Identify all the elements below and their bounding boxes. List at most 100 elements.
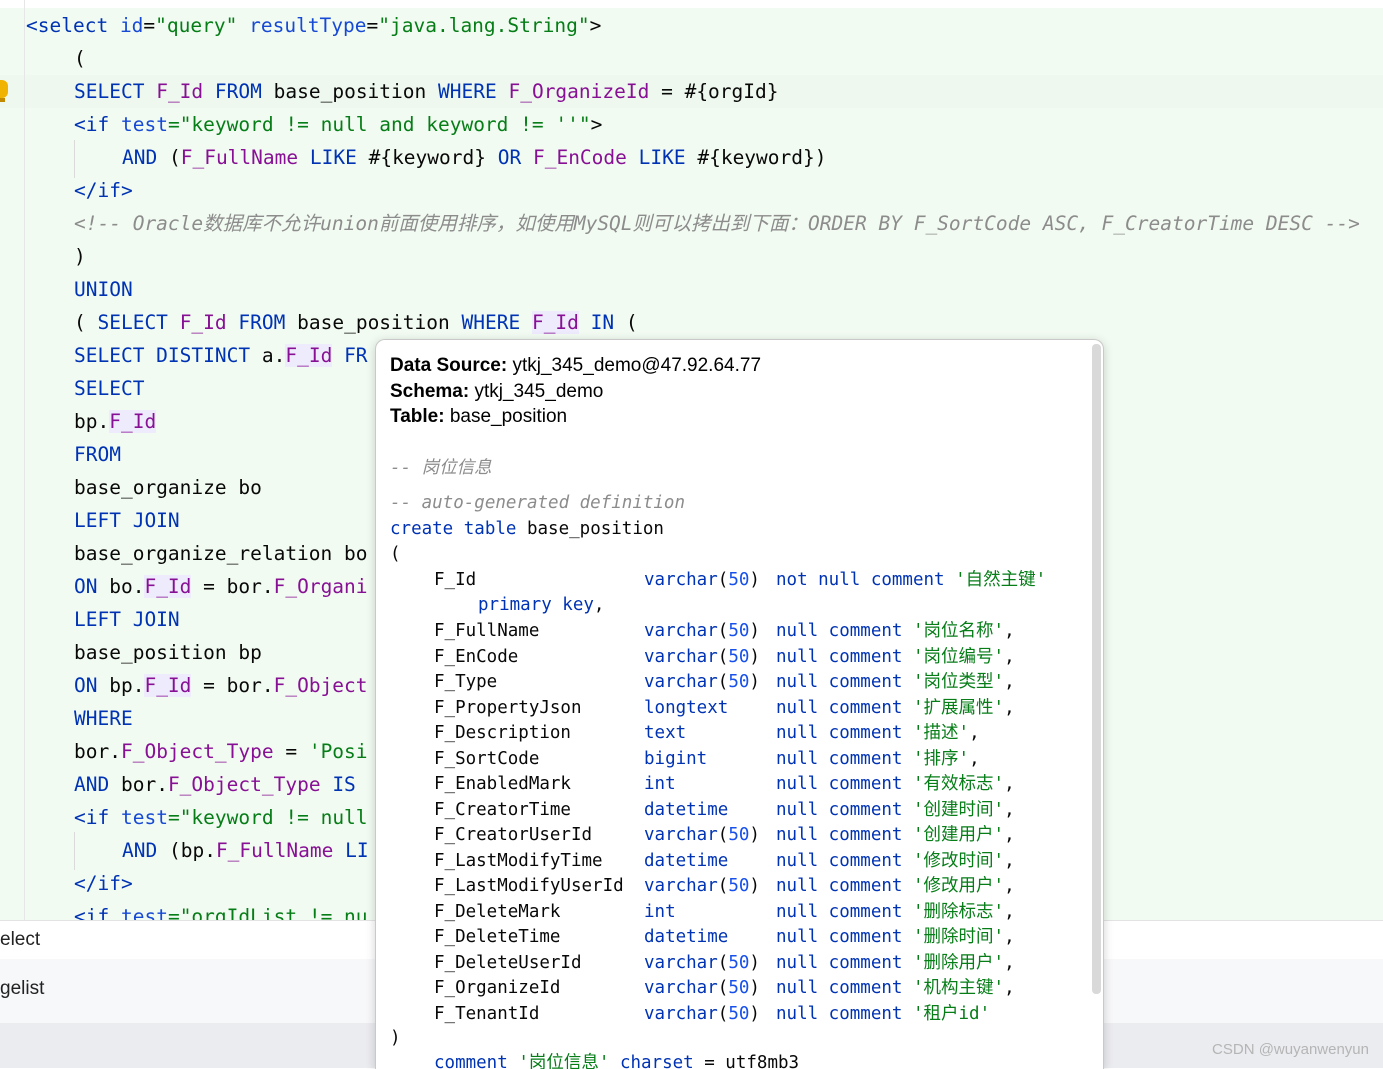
ddl-column-row: F_OrganizeId varchar(50) null comment '机构主… [434,976,1015,1001]
ddl-column-row: F_DeleteTime datetime null comment '删除时间', [434,925,1015,950]
ddl-primary-key: primary key, [478,595,605,615]
column-name: F_CreatorUserId [434,825,593,845]
column-type: varchar(50) [644,646,760,667]
data-source-info: Data Source: ytkj_345_demo@47.92.64.77 [390,355,762,376]
column-modifier: null comment [776,748,903,769]
column-modifier: null comment [776,978,903,998]
ddl-column-row: F_EnabledMark int null comment '有效标志', [434,772,1015,797]
column-type: datetime [644,927,729,947]
code-line-1: <select id="query" resultType="java.lang… [26,14,602,37]
schema-info: Schema: ytkj_345_demo [390,381,604,402]
column-name: F_DeleteUserId [434,952,582,973]
column-type: varchar(50) [644,978,760,998]
column-name: F_Description [434,723,571,743]
code-line-6: </if> [74,179,133,202]
column-comment: '岗位名称' [912,621,1005,641]
column-name: F_SortCode [434,748,540,769]
column-comment: '租户id' [912,1003,991,1024]
column-modifier: null comment [776,799,903,820]
column-type: longtext [644,697,729,718]
column-modifier: null comment [776,952,903,973]
column-name: F_Id [434,570,477,590]
popup-scrollbar[interactable] [1092,344,1101,994]
code-line-8: ) [74,245,86,268]
code-line-25: <if test="keyword != null [74,806,368,829]
ddl-column-row: F_FullName varchar(50) null comment '岗位名称'… [434,619,1015,644]
column-name: F_OrganizeId [434,978,561,998]
code-line-27: </if> [74,872,133,895]
code-line-15: base_organize bo [74,476,262,499]
column-comment: '排序' [912,748,970,769]
indent-guide [74,832,75,870]
column-name: F_FullName [434,621,540,641]
column-type: datetime [644,850,729,871]
code-line-23: bor.F_Object_Type = 'Posi [74,740,368,763]
code-line-9: UNION [74,278,133,301]
column-comment: '创建时间' [912,799,1005,820]
code-line-4: <if test="keyword != null and keyword !=… [74,113,603,136]
column-name: F_Type [434,672,498,692]
column-comment: '描述' [912,723,970,743]
code-line-19: LEFT JOIN [74,608,180,631]
column-modifier: not null comment [776,570,945,590]
code-line-16: LEFT JOIN [74,509,180,532]
column-modifier: null comment [776,927,903,947]
column-modifier: null comment [776,876,903,896]
column-name: F_LastModifyUserId [434,876,624,896]
ddl-column-row: F_Description text null comment '描述', [434,721,980,746]
column-comment: '删除用户' [912,952,1005,973]
column-comment: '删除时间' [912,927,1005,947]
column-comment: '扩展属性' [912,697,1005,718]
code-line-20: base_position bp [74,641,262,664]
ddl-column-row: F_EnCode varchar(50) null comment '岗位编号', [434,645,1015,670]
column-comment: '岗位类型' [912,672,1005,692]
ddl-comment-line: -- auto-generated definition [390,493,686,513]
code-line-5: AND (F_FullName LIKE #{keyword} OR F_EnC… [122,146,827,169]
code-line-14: FROM [74,443,121,466]
column-type: varchar(50) [644,672,760,692]
lightbulb-icon[interactable] [0,80,8,102]
ddl-footer-line: comment '岗位信息' charset = utf8mb3 [434,1053,800,1069]
ddl-column-row: F_DeleteUserId varchar(50) null comment '删… [434,951,1015,976]
indent-guide [74,140,75,178]
ddl-comment-line: -- 岗位信息 [390,458,492,478]
column-type: text [644,723,687,743]
column-type: datetime [644,799,729,820]
code-line-26: AND (bp.F_FullName LI [122,839,369,862]
column-modifier: null comment [776,850,903,871]
code-line-12: SELECT [74,377,145,400]
column-type: varchar(50) [644,952,760,973]
completion-item-label: elect [0,929,41,950]
ddl-close-paren: ) [390,1028,401,1048]
column-type: varchar(50) [644,1003,760,1024]
ddl-column-row: F_PropertyJson longtext null comment '扩展属性… [434,696,1015,721]
column-modifier: null comment [776,646,903,667]
column-name: F_EnCode [434,646,519,667]
code-line-11: SELECT DISTINCT a.F_Id FR [74,344,368,367]
code-line-17: base_organize_relation bo [74,542,368,565]
column-name: F_TenantId [434,1003,540,1024]
gutter-separator [24,0,25,920]
ddl-create-line: create table base_position [390,519,664,539]
code-line-2: ( [74,47,86,70]
ddl-column-row: F_Type varchar(50) null comment '岗位类型', [434,670,1015,695]
column-type: varchar(50) [644,876,760,896]
column-name: F_EnabledMark [434,774,571,794]
table-definition-popup[interactable]: Data Source: ytkj_345_demo@47.92.64.77 S… [375,339,1104,1069]
column-comment: '创建用户' [912,825,1005,845]
ddl-column-row: F_LastModifyTime datetime null comment '修改… [434,849,1015,874]
watermark: CSDN @wuyanwenyun [1212,1041,1369,1058]
code-line-22: WHERE [74,707,133,730]
column-name: F_PropertyJson [434,697,582,718]
ddl-column-row: F_CreatorTime datetime null comment '创建时间'… [434,798,1015,823]
table-info: Table: base_position [390,406,568,427]
column-comment: '有效标志' [912,774,1005,794]
code-line-10: ( SELECT F_Id FROM base_position WHERE F… [74,311,638,334]
column-modifier: null comment [776,672,903,692]
ddl-column-row: F_LastModifyUserId varchar(50) null commen… [434,874,1015,899]
column-type: int [644,774,676,794]
code-line-3: SELECT F_Id FROM base_position WHERE F_O… [74,80,779,103]
column-modifier: null comment [776,901,903,922]
column-type: varchar(50) [644,621,760,641]
ddl-column-row: F_CreatorUserId varchar(50) null comment '… [434,823,1015,848]
